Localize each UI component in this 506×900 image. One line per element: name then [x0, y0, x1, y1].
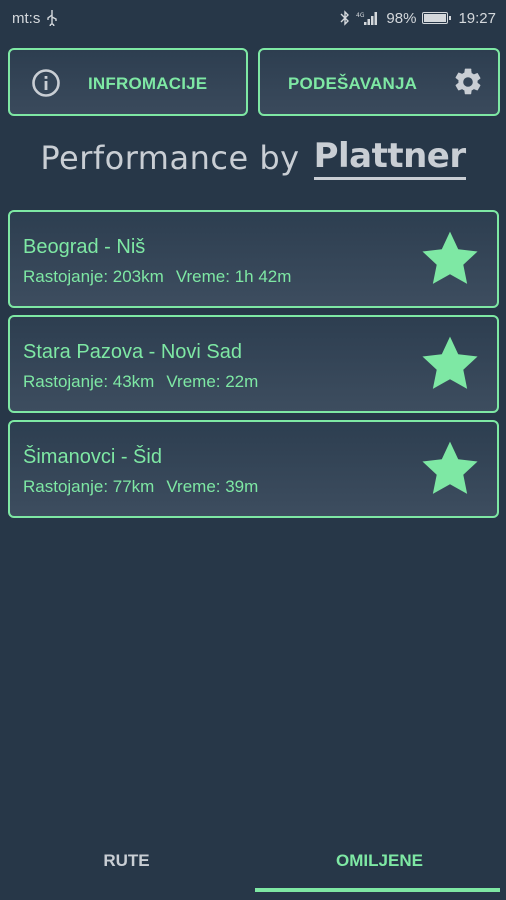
- route-meta: Rastojanje: 77km Vreme: 39m: [23, 477, 258, 497]
- star-icon[interactable]: [421, 230, 479, 291]
- route-time: Vreme: 22m: [166, 372, 259, 391]
- route-card[interactable]: Šimanovci - Šid Rastojanje: 77km Vreme: 3…: [8, 420, 499, 518]
- route-meta: Rastojanje: 203km Vreme: 1h 42m: [23, 267, 291, 287]
- tab-routes[interactable]: RUTE: [0, 828, 253, 894]
- battery-icon: [422, 12, 452, 24]
- route-meta: Rastojanje: 43km Vreme: 22m: [23, 372, 258, 392]
- bluetooth-icon: [340, 10, 350, 26]
- svg-text:4G: 4G: [356, 12, 365, 19]
- route-name: Beograd - Niš: [23, 236, 146, 258]
- clock: 19:27: [458, 9, 496, 27]
- gear-icon: [452, 66, 484, 103]
- carrier-label: mt:s: [12, 9, 41, 27]
- settings-button-label: PODEŠAVANJA: [288, 74, 418, 93]
- tab-favorites[interactable]: OMILJENE: [253, 828, 506, 894]
- route-distance: Rastojanje: 203km: [23, 267, 164, 286]
- route-card[interactable]: Stara Pazova - Novi Sad Rastojanje: 43km…: [8, 315, 499, 413]
- star-icon[interactable]: [421, 440, 479, 501]
- signal-icon: 4G: [356, 10, 380, 26]
- usb-icon: [46, 10, 58, 26]
- star-icon[interactable]: [421, 335, 479, 396]
- info-button[interactable]: INFROMACIJE: [8, 48, 248, 116]
- battery-percent: 98%: [386, 9, 417, 27]
- info-icon: [30, 67, 62, 104]
- settings-button[interactable]: PODEŠAVANJA: [258, 48, 500, 116]
- brand-text: Performance by: [40, 139, 300, 177]
- status-right: 4G 98% 19:27: [340, 10, 496, 27]
- route-time: Vreme: 1h 42m: [175, 267, 292, 286]
- status-left: mt:s: [12, 10, 58, 27]
- route-distance: Rastojanje: 43km: [23, 372, 155, 391]
- route-name: Stara Pazova - Novi Sad: [23, 341, 242, 363]
- brand-banner: Performance by Plattner: [0, 134, 506, 182]
- favorite-routes-list: Beograd - Niš Rastojanje: 203km Vreme: 1h…: [8, 210, 499, 525]
- brand-logo: Plattner: [313, 136, 466, 180]
- status-bar: mt:s 4G 98% 19:27: [0, 0, 506, 36]
- route-distance: Rastojanje: 77km: [23, 477, 155, 496]
- route-name: Šimanovci - Šid: [23, 446, 162, 468]
- bottom-tabs: RUTE OMILJENE: [0, 828, 506, 894]
- route-card[interactable]: Beograd - Niš Rastojanje: 203km Vreme: 1h…: [8, 210, 499, 308]
- route-time: Vreme: 39m: [166, 477, 259, 496]
- info-button-label: INFROMACIJE: [88, 74, 208, 93]
